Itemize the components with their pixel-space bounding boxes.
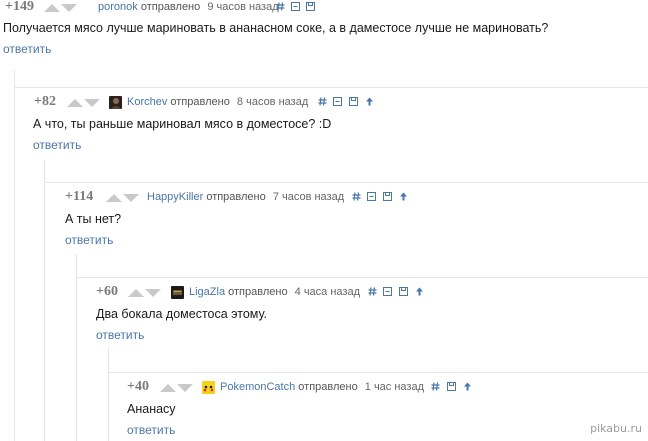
posted-label: отправлено [170,96,230,108]
comment-header: +82 Korchev отправлено 8 часов назад [0,94,640,111]
collapse-icon[interactable] [291,2,300,11]
save-icon[interactable] [306,2,315,11]
posted-label: отправлено [228,286,288,298]
comment-text: Два бокала доместоса этому. [96,307,268,321]
avatar[interactable] [171,286,184,299]
arrow-up-icon[interactable] [463,382,472,391]
hash-icon[interactable] [352,192,361,201]
comment-text: А ты нет? [65,212,122,226]
comment-header: +149 poronok отправлено 9 часов назад [0,0,640,16]
comment-score: +114 [65,189,94,204]
upvote-icon[interactable] [44,4,60,12]
hash-icon[interactable] [318,97,327,106]
downvote-icon[interactable] [145,289,161,297]
comment-meta: PokemonCatch отправлено 1 час назад [220,381,424,393]
thread-divider [14,87,648,88]
arrow-up-icon[interactable] [365,97,374,106]
save-icon[interactable] [447,382,456,391]
comment-header: +40 PokemonCatch отправлено 1 час назад [0,379,640,396]
comment-score: +40 [127,379,149,394]
downvote-icon[interactable] [84,99,100,107]
downvote-icon[interactable] [123,194,139,202]
upvote-icon[interactable] [128,289,144,297]
thread-divider [44,182,648,183]
posted-label: отправлено [140,1,201,13]
comment-meta: HappyKiller отправлено 7 часов назад [147,191,344,203]
username-link[interactable]: PokemonCatch [220,381,295,393]
arrow-up-icon[interactable] [399,192,408,201]
timestamp: 9 часов назад [207,1,279,13]
comment-text: А что, ты раньше мариновал мясо в домест… [33,117,332,131]
arrow-up-icon[interactable] [415,287,424,296]
username-link[interactable]: HappyKiller [147,191,203,203]
posted-label: отправлено [206,191,266,203]
collapse-icon[interactable] [367,192,376,201]
avatar[interactable] [202,381,215,394]
save-icon[interactable] [399,287,408,296]
username-link[interactable]: LigaZla [189,286,225,298]
timestamp: 8 часов назад [236,96,309,108]
save-icon[interactable] [349,97,358,106]
thread-divider [76,277,648,278]
downvote-icon[interactable] [177,384,193,392]
reply-link[interactable]: ответить [96,328,144,342]
collapse-icon[interactable] [383,287,392,296]
comment-meta: poronok отправлено 9 часов назад [98,1,279,13]
hash-icon[interactable] [368,287,377,296]
timestamp: 1 час назад [364,381,425,393]
thread-line [76,254,77,441]
upvote-icon[interactable] [160,384,176,392]
reply-link[interactable]: ответить [127,423,175,437]
comment-header: +114 HappyKiller отправлено 7 часов наза… [0,189,640,206]
downvote-icon[interactable] [61,4,77,12]
comment-meta: LigaZla отправлено 4 часа назад [189,286,360,298]
avatar[interactable] [109,96,122,109]
comment-score: +149 [5,0,34,14]
comment-meta: Korchev отправлено 8 часов назад [127,96,308,108]
reply-link[interactable]: ответить [65,233,113,247]
thread-divider [108,372,648,373]
hash-icon[interactable] [431,382,440,391]
comment-score: +60 [96,284,118,299]
username-link[interactable]: Korchev [127,96,167,108]
save-icon[interactable] [383,192,392,201]
username-link[interactable]: poronok [98,1,138,13]
upvote-icon[interactable] [106,194,122,202]
timestamp: 4 часа назад [294,286,360,298]
timestamp: 7 часов назад [272,191,345,203]
comment-text: Получается мясо лучше мариновать в анана… [3,21,549,35]
reply-link[interactable]: ответить [33,138,81,152]
collapse-icon[interactable] [333,97,342,106]
watermark: pikabu.ru [590,422,642,435]
comment-score: +82 [34,94,56,109]
comment-text: Ананасу [127,402,176,416]
hash-icon[interactable] [276,2,285,11]
comment-header: +60 LigaZla отправлено 4 часа назад [0,284,640,301]
posted-label: отправлено [298,381,358,393]
reply-link[interactable]: ответить [3,42,51,56]
upvote-icon[interactable] [67,99,83,107]
